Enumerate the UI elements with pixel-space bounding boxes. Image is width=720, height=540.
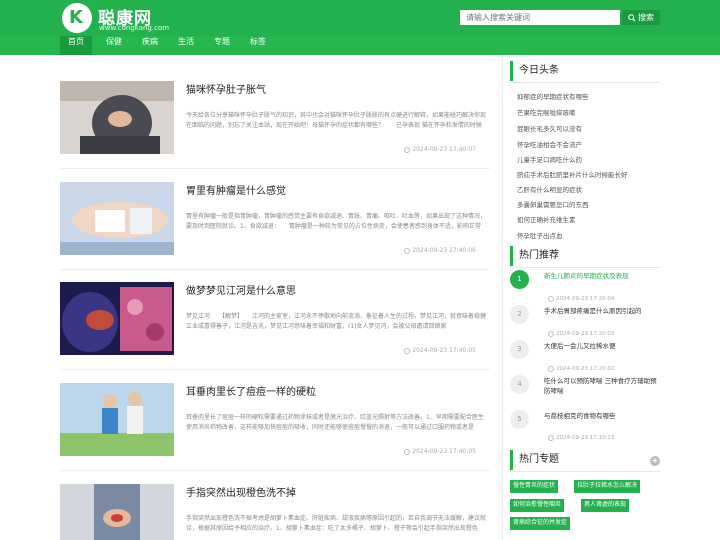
article-summary: 今天给各位分享猫咪怀孕肚子胀气的知识，其中也会对猫咪怀孕肚子胀胀的有点硬进行解释… — [186, 112, 487, 129]
headline-item[interactable]: 如何正确补充维生素 — [517, 214, 576, 224]
rank-badge: 2 — [510, 305, 529, 324]
topics-heading: 热门专题 — [510, 450, 660, 470]
topic-tag[interactable]: 如何治愈慢性咽炎 — [510, 499, 565, 512]
article-item: 耳垂肉里长了痘痘一样的硬粒 耳垂肉里长了痘痘一样的硬粒需要通过药物涂抹或者是激光… — [60, 383, 490, 463]
heading-underline — [510, 267, 660, 268]
plus-icon[interactable]: + — [650, 456, 660, 466]
hot-item-time-text: 2024-09-23 17:20:02 — [556, 366, 615, 372]
article-thumbnail[interactable] — [60, 484, 174, 540]
hot-item-title[interactable]: 手术后胃部疼痛是什么原因引起的 — [544, 306, 660, 316]
hot-item-title[interactable]: 与荔枝相克的食物有哪些 — [544, 411, 660, 421]
divider — [60, 269, 490, 270]
nav-life[interactable]: 生活 — [170, 36, 202, 55]
article-thumbnail[interactable] — [60, 282, 174, 355]
clock-icon — [404, 347, 411, 354]
headline-item[interactable]: 脐疝手术后肚脐里补片什么时候能长好 — [517, 169, 628, 179]
hot-item-time-text: 2024-09-23 17:20:04 — [556, 296, 615, 302]
article-time-text: 2024-09-23 17:40:06 — [412, 247, 476, 254]
divider — [60, 168, 490, 169]
headline-item[interactable]: 芒果吃完喉咙痒咳嗽 — [517, 107, 576, 117]
topic-tag[interactable]: 肾病综合征的并发症 — [510, 517, 571, 530]
article-time-text: 2024-09-23 17:40:05 — [412, 347, 476, 354]
clock-icon — [548, 331, 554, 337]
article-summary: 耳垂肉里长了痘痘一样的硬粒需要通过药物涂抹或者是激光治疗、红蓝光照射等方法改善。… — [186, 414, 484, 431]
article-summary: 手指突然出现橙色洗不掉考虑是胡萝卜素血症、肝脏疾病、甜液疾病等原因引起的，若自我… — [186, 515, 487, 532]
clock-icon — [404, 146, 411, 153]
site-domain: www.congkang.com — [99, 24, 170, 32]
article-item: 手指突然出现橙色洗不掉 手指突然出现橙色洗不掉考虑是胡萝卜素血症、肝脏疾病、甜液… — [60, 484, 490, 540]
nav-topics[interactable]: 专题 — [206, 36, 238, 55]
nav-tags[interactable]: 标签 — [242, 36, 274, 55]
heading-underline — [510, 471, 660, 472]
topic-tag[interactable]: 男人肾虚的表现 — [581, 499, 630, 512]
headline-item[interactable]: 怀孕肚子出点血 — [517, 230, 563, 240]
hot-item-title[interactable]: 新生儿肺炎的早期症状及表现 — [544, 271, 660, 281]
article-summary: 梦见江河 【解梦】 江河的主家室，江河永不停歇地向前流淌，象征着人生的过程。梦见… — [186, 313, 488, 330]
clock-icon — [548, 366, 554, 372]
article-time: 2024-09-23 17:40:05 — [404, 347, 476, 354]
main-nav: 首页 保健 疾病 生活 专题 标签 — [0, 36, 720, 55]
rank-badge: 4 — [510, 375, 529, 394]
hot-item-time: 2024-09-23 17:20:03 — [548, 331, 614, 337]
article-item: 猫咪怀孕肚子胀气 今天给各位分享猫咪怀孕肚子胀气的知识，其中也会对猫咪怀孕肚子胀… — [60, 81, 490, 161]
article-title[interactable]: 做梦梦见江河是什么意思 — [186, 282, 296, 297]
hot-heading: 热门推荐 — [510, 246, 660, 266]
hot-item-time-text: 2024-09-23 17:20:03 — [556, 331, 615, 337]
article-title[interactable]: 猫咪怀孕肚子胀气 — [186, 81, 266, 96]
hot-item-title[interactable]: 大便后一会儿又拉稀水便 — [544, 341, 660, 351]
article-item: 胃里有肿瘤是什么感觉 胃里有肿瘤一般是指胃肿瘤，胃肿瘤的感觉主要有食欲减退、胃胀… — [60, 182, 490, 262]
nav-health-care[interactable]: 保健 — [98, 36, 130, 55]
topic-tag[interactable]: 慢性胃炎的症状 — [510, 480, 559, 493]
site-logo[interactable]: K — [62, 3, 96, 33]
search-button-label: 搜索 — [638, 13, 654, 22]
heading-underline — [510, 82, 660, 83]
article-item: 做梦梦见江河是什么意思 梦见江河 【解梦】 江河的主家室，江河永不停歇地向前流淌… — [60, 282, 490, 362]
headline-item[interactable]: 乙肝有什么明显的症状 — [517, 184, 582, 194]
headline-item[interactable]: 多囊卵巢需要忌口的东西 — [517, 199, 589, 209]
hot-item-time-text: 2024-09-23 17:10:13 — [556, 435, 615, 441]
article-time-text: 2024-09-23 17:40:05 — [412, 448, 476, 455]
article-thumbnail[interactable] — [60, 383, 174, 456]
clock-icon — [548, 296, 554, 302]
hot-item-time: 2024-09-23 17:10:13 — [548, 435, 614, 441]
divider — [60, 470, 490, 471]
hot-item-time: 2024-09-23 17:20:04 — [548, 296, 614, 302]
hot-item-title[interactable]: 吃什么可以预防哮喘 三种食疗方辅助预防哮喘 — [544, 376, 660, 396]
nav-disease[interactable]: 疾病 — [134, 36, 166, 55]
rank-badge: 5 — [510, 410, 529, 429]
divider — [60, 369, 490, 370]
logo-k-icon: K — [69, 7, 83, 28]
article-time: 2024-09-23 17:40:06 — [404, 247, 476, 254]
site-header: K 聪康网 www.congkang.com 搜索 — [0, 0, 720, 36]
article-title[interactable]: 胃里有肿瘤是什么感觉 — [186, 182, 286, 197]
article-time: 2024-09-23 17:40:05 — [404, 448, 476, 455]
clock-icon — [548, 435, 554, 441]
headline-item[interactable]: 儿童手足口病吃什么药 — [517, 154, 582, 164]
sidebar-divider — [502, 55, 503, 540]
headlines-heading: 今日头条 — [510, 61, 660, 81]
article-title[interactable]: 耳垂肉里长了痘痘一样的硬粒 — [186, 383, 316, 398]
article-time-text: 2024-09-23 17:40:07 — [412, 146, 476, 153]
topic-tag[interactable]: 拉肚子拉稀水怎么解决 — [574, 480, 641, 493]
rank-badge: 1 — [510, 270, 529, 289]
clock-icon — [404, 247, 411, 254]
hot-item-time: 2024-09-23 17:20:02 — [548, 366, 614, 372]
headline-item[interactable]: 屁眼长毛多久可以没有 — [517, 123, 582, 133]
nav-home[interactable]: 首页 — [60, 36, 92, 55]
headline-item[interactable]: 怀孕吃油柑会不会流产 — [517, 139, 582, 149]
search-icon — [628, 13, 636, 22]
search-button[interactable]: 搜索 — [622, 10, 660, 25]
article-time: 2024-09-23 17:40:07 — [404, 146, 476, 153]
clock-icon — [404, 448, 411, 455]
article-title[interactable]: 手指突然出现橙色洗不掉 — [186, 484, 296, 499]
article-thumbnail[interactable] — [60, 81, 174, 154]
headline-item[interactable]: 抑郁症的早期症状有哪些 — [517, 91, 589, 101]
article-summary: 胃里有肿瘤一般是指胃肿瘤，胃肿瘤的感觉主要有食欲减退、胃胀、胃痛、呕吐、吐血等，… — [186, 213, 487, 230]
search-input[interactable] — [460, 10, 620, 25]
article-thumbnail[interactable] — [60, 182, 174, 255]
rank-badge: 3 — [510, 340, 529, 359]
